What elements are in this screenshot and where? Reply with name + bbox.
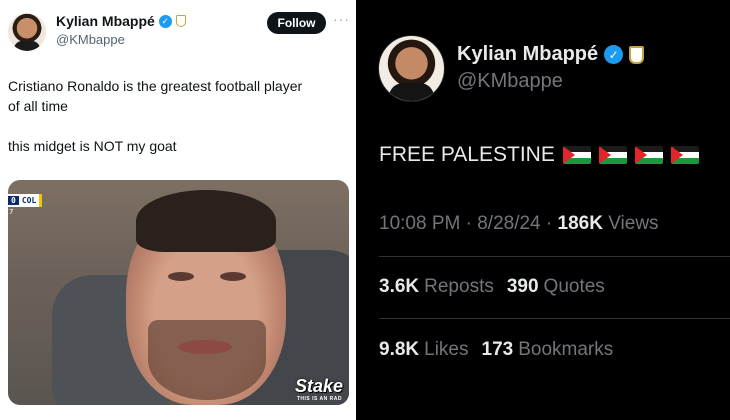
tweet-media-image[interactable]: 0 COL 7 Stake THIS IS AN RAD bbox=[8, 180, 349, 405]
stake-logo: Stake bbox=[294, 376, 343, 396]
more-options-icon[interactable]: ··· bbox=[333, 11, 350, 27]
scoreboard-accent bbox=[39, 194, 43, 207]
palestine-flag-icon bbox=[562, 146, 591, 164]
author-handle[interactable]: @KMbappe bbox=[457, 70, 563, 93]
player-eye bbox=[168, 272, 194, 281]
views-label: Views bbox=[608, 213, 659, 234]
quotes-label: Quotes bbox=[543, 276, 605, 297]
scoreboard-subtext: 7 bbox=[9, 208, 14, 216]
reposts-count: 3.6K bbox=[379, 276, 420, 297]
tweet-text-line: of all time bbox=[8, 98, 68, 114]
tweet-time[interactable]: 10:08 PM bbox=[379, 213, 460, 234]
bookmarks-stat[interactable]: 173 Bookmarks bbox=[482, 339, 614, 361]
tweet-meta: 10:08 PM · 8/28/24 · 186K Views bbox=[379, 213, 659, 235]
tweet-text-content: FREE PALESTINE bbox=[379, 143, 555, 166]
quotes-count: 390 bbox=[506, 276, 539, 297]
views-count: 186K bbox=[557, 213, 603, 234]
club-badge-icon bbox=[629, 45, 645, 64]
author-name-row: Kylian Mbappé ✓ bbox=[457, 43, 645, 66]
player-hair bbox=[136, 190, 276, 252]
repost-quote-stats: 3.6K Reposts 390 Quotes bbox=[379, 276, 605, 298]
bookmarks-label: Bookmarks bbox=[518, 339, 614, 360]
author-name[interactable]: Kylian Mbappé bbox=[457, 43, 598, 66]
likes-stat[interactable]: 9.8K Likes bbox=[379, 339, 469, 361]
follow-button[interactable]: Follow bbox=[267, 12, 326, 34]
palestine-flag-icon bbox=[598, 146, 627, 164]
tweet-text-line: this midget is NOT my goat bbox=[8, 138, 177, 154]
stake-logo-sub: THIS IS AN RAD bbox=[296, 396, 342, 402]
author-name-row: Kylian Mbappé ✓ bbox=[56, 13, 186, 29]
right-tweet-card: Kylian Mbappé ✓ @KMbappe FREE PALESTINE … bbox=[373, 0, 730, 420]
likes-label: Likes bbox=[424, 339, 469, 360]
reposts-stat[interactable]: 3.6K Reposts bbox=[379, 276, 494, 298]
left-tweet-card: Kylian Mbappé ✓ @KMbappe Follow ··· Cris… bbox=[0, 0, 356, 420]
author-handle[interactable]: @KMbappe bbox=[56, 32, 125, 47]
author-name[interactable]: Kylian Mbappé bbox=[56, 13, 155, 29]
divider bbox=[379, 256, 730, 257]
player-beard bbox=[148, 320, 266, 400]
bookmarks-count: 173 bbox=[481, 339, 514, 360]
tweet-text-line: Cristiano Ronaldo is the greatest footba… bbox=[8, 78, 303, 94]
player-eye bbox=[220, 272, 246, 281]
tweet-text: FREE PALESTINE bbox=[379, 143, 699, 167]
meta-separator: · bbox=[465, 213, 472, 234]
scoreboard-overlay: 0 COL bbox=[8, 194, 43, 207]
palestine-flag-icon bbox=[670, 146, 699, 164]
author-avatar[interactable] bbox=[8, 13, 46, 51]
likes-count: 9.8K bbox=[379, 339, 420, 360]
quotes-stat[interactable]: 390 Quotes bbox=[507, 276, 605, 298]
tweet-text-gap bbox=[8, 116, 348, 136]
tweet-text: Cristiano Ronaldo is the greatest footba… bbox=[8, 76, 348, 156]
tweet-date[interactable]: 8/28/24 bbox=[477, 213, 540, 234]
club-badge-icon bbox=[175, 15, 186, 27]
verified-badge-icon: ✓ bbox=[158, 14, 172, 28]
author-avatar[interactable] bbox=[378, 35, 445, 102]
palestine-flag-icon bbox=[634, 146, 663, 164]
reposts-label: Reposts bbox=[424, 276, 494, 297]
verified-badge-icon: ✓ bbox=[604, 45, 624, 64]
player-mouth bbox=[178, 340, 232, 354]
avatar-shirt bbox=[389, 83, 434, 101]
scoreboard-score: 0 bbox=[8, 196, 19, 205]
avatar-shirt bbox=[14, 41, 40, 51]
divider bbox=[379, 318, 730, 319]
scoreboard-team: COL bbox=[21, 196, 37, 205]
meta-separator: · bbox=[545, 213, 553, 234]
likes-bookmarks-stats: 9.8K Likes 173 Bookmarks bbox=[379, 339, 613, 361]
